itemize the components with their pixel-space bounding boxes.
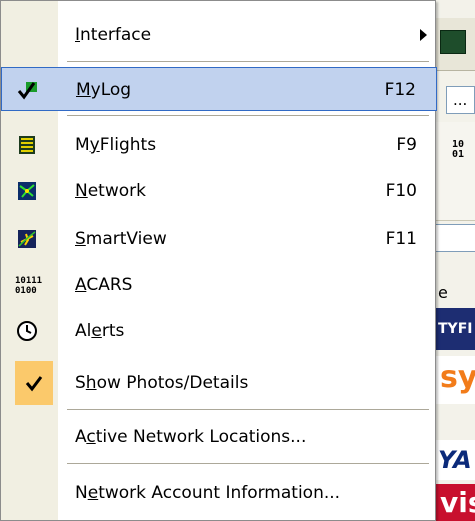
airline-logo-4: vis [436, 484, 475, 521]
menu-item-show-photos-details[interactable]: Show Photos/Details [1, 361, 437, 405]
menu-item-label: MyLog [76, 80, 132, 100]
airline-logo-3-text: YA [438, 446, 472, 474]
submenu-arrow-icon [420, 29, 427, 41]
menu-item-label: Alerts [75, 321, 125, 341]
menu-item-shortcut: F11 [385, 229, 417, 249]
menu-item-label: Network Account Information... [75, 483, 341, 503]
menu-item-label: Interface [75, 25, 152, 45]
acars-icon-line: 0100 [15, 286, 37, 296]
menu-item-label: Show Photos/Details [75, 373, 249, 393]
alerts-clock-icon [16, 320, 38, 342]
menu-item-acars[interactable]: 10111 0100 ACARS [1, 263, 437, 307]
airline-logo-3: YA [436, 440, 475, 480]
menu-item-smartview[interactable]: SmartView F11 [1, 217, 437, 261]
menu-item-label: SmartView [75, 229, 167, 249]
background-binary-icon[interactable]: 10 01 [452, 140, 464, 160]
background-panel [436, 122, 475, 221]
acars-binary-icon: 10111 0100 [15, 276, 43, 298]
airline-logo-2-text: sy [440, 360, 475, 395]
menu-separator [67, 409, 429, 411]
menu-item-network[interactable]: Network F10 [1, 169, 437, 213]
flights-list-icon [16, 134, 38, 156]
menu-item-active-network-locations[interactable]: Active Network Locations... [1, 415, 437, 459]
menu-item-myflights[interactable]: MyFlights F9 [1, 123, 437, 167]
menu-item-alerts[interactable]: Alerts [1, 309, 437, 353]
checkmark-icon [23, 372, 45, 394]
menu-separator [67, 463, 429, 465]
menu-item-network-account-information[interactable]: Network Account Information... [1, 471, 437, 515]
menu-separator [67, 61, 429, 63]
menu-item-label: MyFlights [75, 135, 157, 155]
acars-icon-line: 10111 [15, 276, 43, 286]
menu-item-label: Network [75, 181, 146, 201]
network-globe-icon [16, 180, 38, 202]
menu-item-label: Active Network Locations... [75, 427, 307, 447]
check-green-icon [17, 79, 39, 101]
smartview-plane-icon [16, 228, 38, 250]
airline-logo-1: TYFI [436, 308, 475, 350]
menu-item-shortcut: F9 [396, 135, 417, 155]
context-menu: Interface MyLog F12 MyFlights F9 Network… [0, 0, 437, 521]
menu-item-shortcut: F10 [385, 181, 417, 201]
menu-item-label: ACARS [75, 275, 133, 295]
menu-item-mylog[interactable]: MyLog F12 [1, 67, 437, 111]
background-toolbar-icon[interactable] [440, 30, 466, 54]
airline-logo-4-text: vis [440, 486, 475, 519]
menu-item-shortcut: F12 [384, 80, 416, 100]
menu-separator [67, 115, 429, 117]
airline-logo-2: sy [436, 356, 475, 404]
background-column-header: e [438, 283, 448, 302]
background-binary-line: 01 [452, 149, 465, 160]
menu-item-interface[interactable]: Interface [1, 13, 437, 57]
background-input[interactable] [436, 224, 475, 252]
background-ellipsis-button[interactable]: ... [446, 86, 475, 114]
